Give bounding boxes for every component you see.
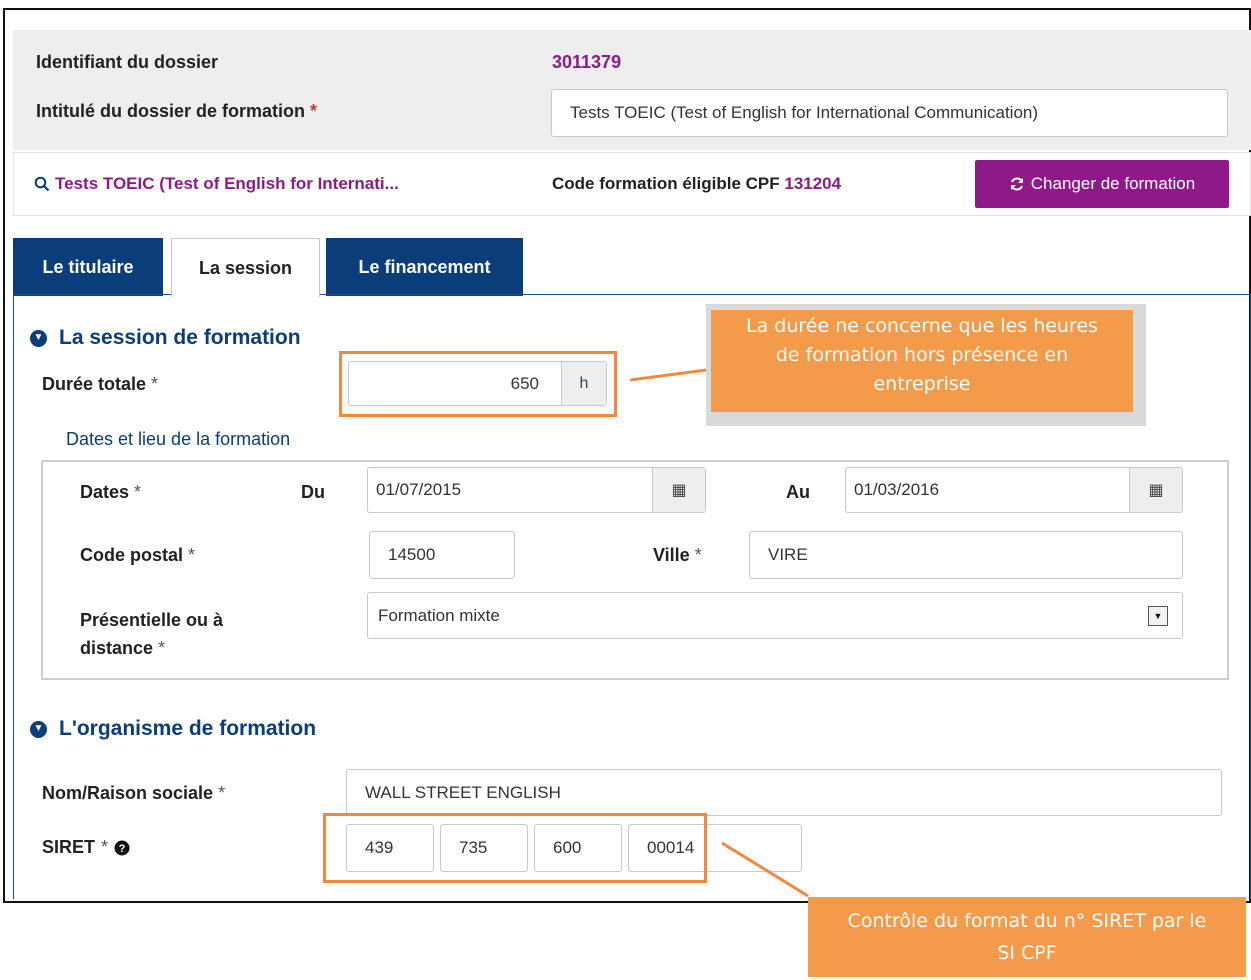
ville-label: Ville * (653, 545, 702, 565)
mode-label: Présentielle ou à distance * (80, 610, 224, 658)
dates-label: Dates * (80, 482, 142, 502)
search-icon (34, 176, 50, 192)
siret-highlight (323, 813, 707, 883)
du-date-field: 01/07/2015 ▦ (367, 467, 706, 513)
change-formation-label: Changer de formation (1030, 174, 1196, 193)
dates-group-title: Dates et lieu de la formation (66, 429, 291, 449)
au-date-input[interactable]: 01/03/2016 (846, 468, 1129, 512)
calendar-icon[interactable]: ▦ (652, 468, 705, 512)
change-formation-button[interactable]: Changer de formation (975, 160, 1229, 208)
dropdown-arrow-icon[interactable]: ▼ (1148, 605, 1168, 626)
tab-titulaire[interactable]: Le titulaire (13, 238, 163, 296)
duree-label: Durée totale * (42, 374, 159, 394)
refresh-icon (1010, 177, 1023, 191)
session-section-title[interactable]: ▼ La session de formation (30, 326, 301, 350)
svg-text:?: ? (119, 843, 126, 855)
calendar-icon[interactable]: ▦ (1129, 468, 1182, 512)
dossier-id-label: Identifiant du dossier (36, 52, 219, 72)
help-icon[interactable]: ? (114, 840, 130, 856)
siret-label: SIRET * ? (42, 837, 130, 858)
dossier-title-input[interactable]: Tests TOEIC (Test of English for Interna… (551, 89, 1228, 137)
mode-select[interactable]: Formation mixte ▼ (367, 592, 1183, 639)
nom-input[interactable]: WALL STREET ENGLISH (346, 769, 1222, 816)
duree-highlight (339, 351, 617, 417)
dossier-id-value: 3011379 (552, 52, 622, 72)
code-cpf: Code formation éligible CPF 131204 (552, 174, 842, 193)
ville-input[interactable]: VIRE (749, 531, 1183, 579)
formation-link-text: Tests TOEIC (Test of English for Interna… (55, 174, 399, 193)
code-postal-label: Code postal * (80, 545, 196, 565)
chevron-down-icon: ▼ (30, 720, 47, 738)
au-date-field: 01/03/2016 ▦ (845, 467, 1183, 513)
tab-financement[interactable]: Le financement (326, 238, 523, 296)
organisme-section-title[interactable]: ▼ L'organisme de formation (30, 717, 316, 741)
chevron-down-icon: ▼ (30, 329, 47, 347)
dossier-title-label: Intitulé du dossier de formation * (36, 101, 318, 121)
siret-connector (721, 841, 809, 898)
du-label: Du (301, 482, 325, 502)
formation-link[interactable]: Tests TOEIC (Test of English for Interna… (34, 174, 399, 194)
tab-session[interactable]: La session (171, 238, 320, 297)
du-date-input[interactable]: 01/07/2015 (368, 468, 652, 512)
nom-label: Nom/Raison sociale * (42, 783, 226, 803)
au-label: Au (786, 482, 810, 502)
siret-callout: Contrôle du format du n° SIRET par le SI… (808, 897, 1246, 977)
code-postal-input[interactable]: 14500 (369, 531, 515, 579)
duree-connector (629, 367, 715, 382)
mode-select-value: Formation mixte (378, 605, 500, 625)
duree-callout: La durée ne concerne que les heures de f… (711, 310, 1133, 412)
